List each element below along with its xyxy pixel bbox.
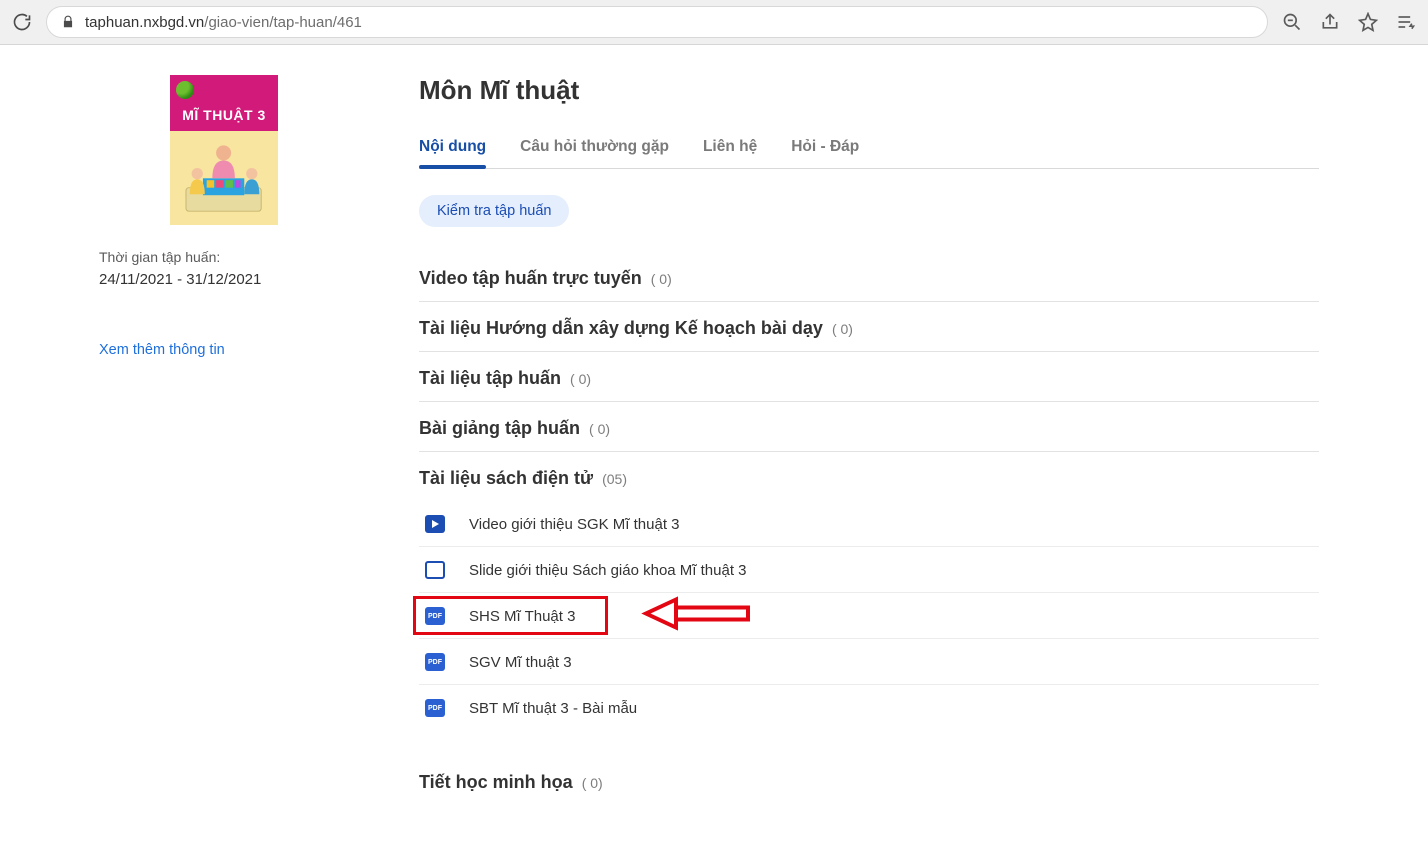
doc-item-intro-slide[interactable]: Slide giới thiệu Sách giáo khoa Mĩ thuật… — [419, 547, 1319, 593]
reading-list-icon[interactable] — [1396, 12, 1416, 32]
browser-toolbar: taphuan.nxbgd.vn/giao-vien/tap-huan/461 — [0, 0, 1428, 45]
video-icon — [425, 515, 445, 533]
doc-item-sgv[interactable]: PDF SGV Mĩ thuật 3 — [419, 639, 1319, 685]
cover-title: MĨ THUẬT 3 — [170, 107, 278, 123]
training-period-dates: 24/11/2021 - 31/12/2021 — [99, 271, 261, 288]
section-ebook: Tài liệu sách điện tử (05) — [419, 452, 1319, 501]
sidebar: MĨ THUẬT 3 — [89, 75, 349, 805]
training-period-label: Thời gian tập huấn: — [99, 249, 220, 265]
section-lecture: Bài giảng tập huấn ( 0) — [419, 402, 1319, 452]
doc-item-intro-video[interactable]: Video giới thiệu SGK Mĩ thuật 3 — [419, 501, 1319, 547]
tab-content[interactable]: Nội dung — [419, 132, 486, 168]
star-icon[interactable] — [1358, 12, 1378, 32]
tab-bar: Nội dung Câu hỏi thường gặp Liên hệ Hỏi … — [419, 132, 1319, 169]
tab-contact[interactable]: Liên hệ — [703, 132, 757, 168]
share-icon[interactable] — [1320, 12, 1340, 32]
zoom-out-icon[interactable] — [1282, 12, 1302, 32]
pdf-icon: PDF — [425, 607, 445, 625]
pdf-icon: PDF — [425, 699, 445, 717]
logo-leaf-icon — [176, 81, 194, 99]
doc-item-shs[interactable]: PDF SHS Mĩ Thuật 3 — [419, 593, 1319, 639]
pdf-icon: PDF — [425, 653, 445, 671]
more-info-link[interactable]: Xem thêm thông tin — [99, 342, 225, 358]
url-text: taphuan.nxbgd.vn/giao-vien/tap-huan/461 — [85, 14, 362, 31]
lock-icon — [61, 15, 75, 29]
tab-faq[interactable]: Câu hỏi thường gặp — [520, 132, 669, 168]
highlight-arrow-icon — [634, 593, 754, 638]
tab-qa[interactable]: Hỏi - Đáp — [791, 132, 859, 168]
exam-button[interactable]: Kiểm tra tập huấn — [419, 195, 569, 227]
page-title: Môn Mĩ thuật — [419, 75, 1319, 106]
cover-illustration — [175, 136, 272, 221]
reload-icon[interactable] — [12, 12, 32, 32]
section-demo-lesson: Tiết học minh họa ( 0) — [419, 756, 1319, 805]
slide-icon — [425, 561, 445, 579]
main-content: Môn Mĩ thuật Nội dung Câu hỏi thường gặp… — [419, 75, 1339, 805]
section-plan-guide: Tài liệu Hướng dẫn xây dựng Kế hoạch bài… — [419, 302, 1319, 352]
browser-action-icons — [1282, 12, 1416, 32]
section-video-online: Video tập huấn trực tuyến ( 0) — [419, 252, 1319, 302]
url-bar[interactable]: taphuan.nxbgd.vn/giao-vien/tap-huan/461 — [46, 6, 1268, 38]
section-train-doc: Tài liệu tập huấn ( 0) — [419, 352, 1319, 402]
book-cover: MĨ THUẬT 3 — [170, 75, 278, 225]
doc-item-sbt[interactable]: PDF SBT Mĩ thuật 3 - Bài mẫu — [419, 685, 1319, 730]
